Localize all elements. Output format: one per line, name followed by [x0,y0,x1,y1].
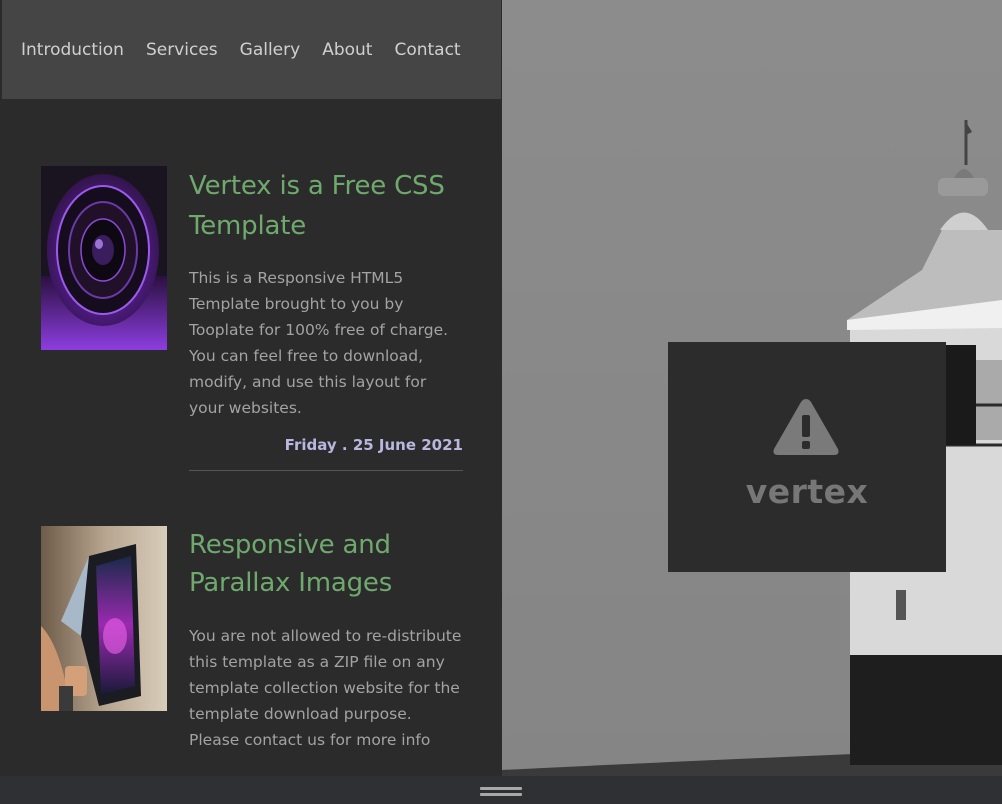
article-date: Friday . 25 June 2021 [284,436,463,454]
article-title: Vertex is a Free CSS Template [189,171,445,241]
camera-lens-image [41,166,167,350]
article-body: This is a Responsive HTML5 Template brou… [189,269,449,417]
bottom-bar [0,776,1002,804]
brand-logo-box[interactable]: vertex [668,342,946,572]
page: Introduction Services Gallery About Cont… [0,0,1002,804]
nav-about[interactable]: About [322,40,372,60]
nav-gallery[interactable]: Gallery [240,40,301,60]
divider [189,470,463,471]
nav-services[interactable]: Services [146,40,218,60]
content-column: Introduction Services Gallery About Cont… [0,0,502,778]
article-content: Vertex is a Free CSS Template This is a … [189,166,463,471]
article-content: Responsive and Parallax Images You are n… [189,526,463,753]
hero-image-panel: vertex [502,0,1002,776]
nav-contact[interactable]: Contact [394,40,460,60]
brand-name: vertex [745,472,869,511]
top-nav: Introduction Services Gallery About Cont… [2,0,501,99]
warning-icon [773,399,839,455]
foldable-phone-image [41,526,167,711]
drag-handle-icon[interactable] [480,787,522,797]
article-title: Responsive and Parallax Images [189,530,393,598]
article-body: You are not allowed to re-distribute thi… [189,627,462,749]
nav-introduction[interactable]: Introduction [21,40,124,60]
